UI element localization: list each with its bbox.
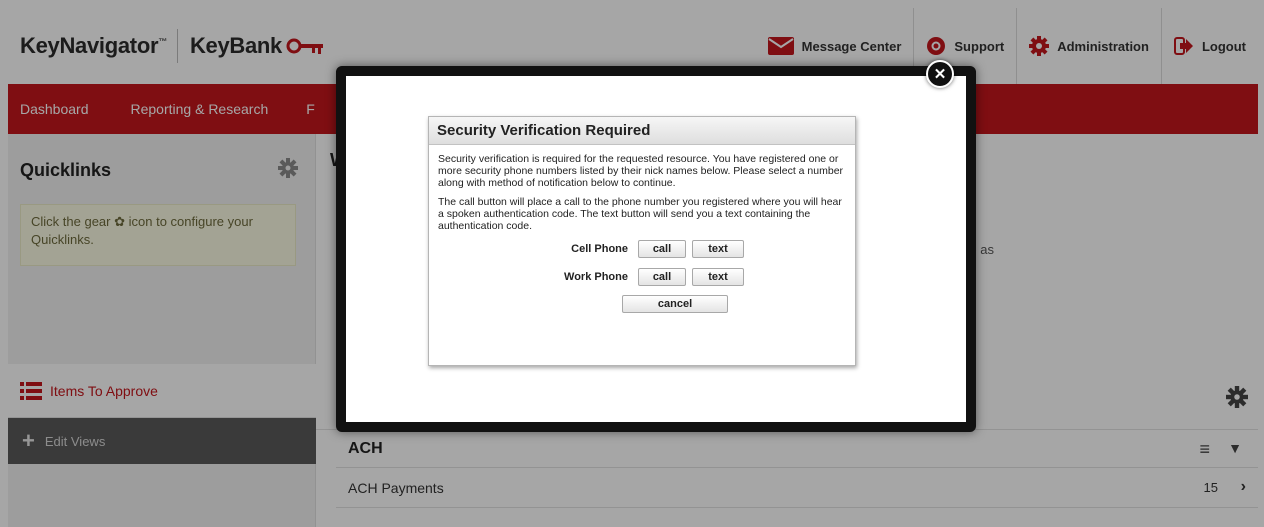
close-icon[interactable]: ✕ bbox=[926, 60, 954, 88]
cell-phone-label: Cell Phone bbox=[571, 243, 628, 255]
cancel-row: cancel bbox=[438, 295, 846, 313]
cancel-button[interactable]: cancel bbox=[622, 295, 728, 313]
cell-phone-row: Cell Phone call text bbox=[438, 239, 846, 259]
security-verification-dialog: Security Verification Required Security … bbox=[428, 116, 856, 366]
dialog-title: Security Verification Required bbox=[429, 117, 855, 145]
dialog-body: Security verification is required for th… bbox=[429, 145, 855, 321]
work-phone-call-button[interactable]: call bbox=[638, 268, 686, 286]
dialog-paragraph-1: Security verification is required for th… bbox=[438, 153, 844, 189]
work-phone-row: Work Phone call text bbox=[438, 267, 846, 287]
work-phone-label: Work Phone bbox=[564, 271, 628, 283]
dialog-paragraph-2: The call button will place a call to the… bbox=[438, 196, 842, 232]
cell-phone-call-button[interactable]: call bbox=[638, 240, 686, 258]
work-phone-text-button[interactable]: text bbox=[692, 268, 744, 286]
cell-phone-text-button[interactable]: text bbox=[692, 240, 744, 258]
